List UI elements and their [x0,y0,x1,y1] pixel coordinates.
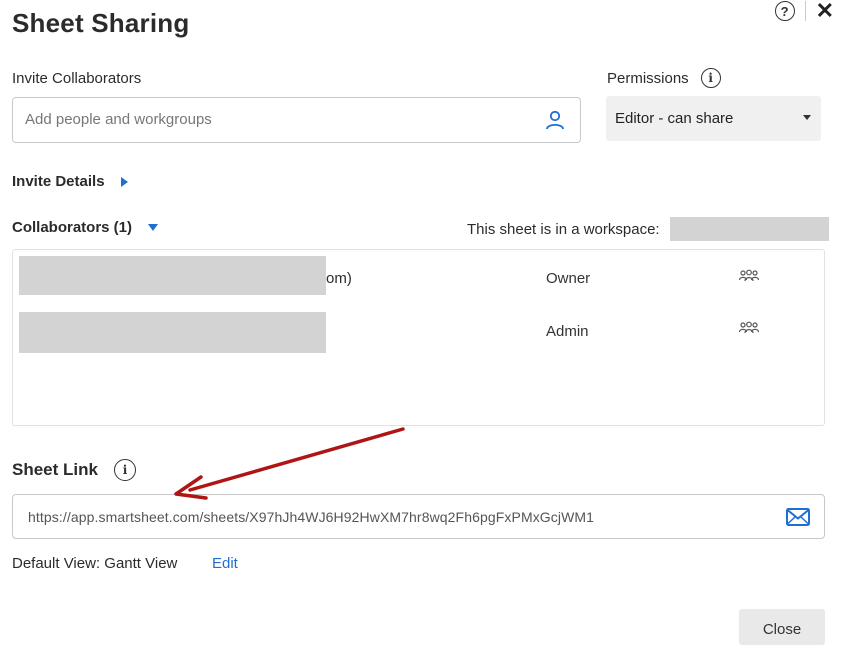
annotation-arrow-icon [174,427,405,500]
